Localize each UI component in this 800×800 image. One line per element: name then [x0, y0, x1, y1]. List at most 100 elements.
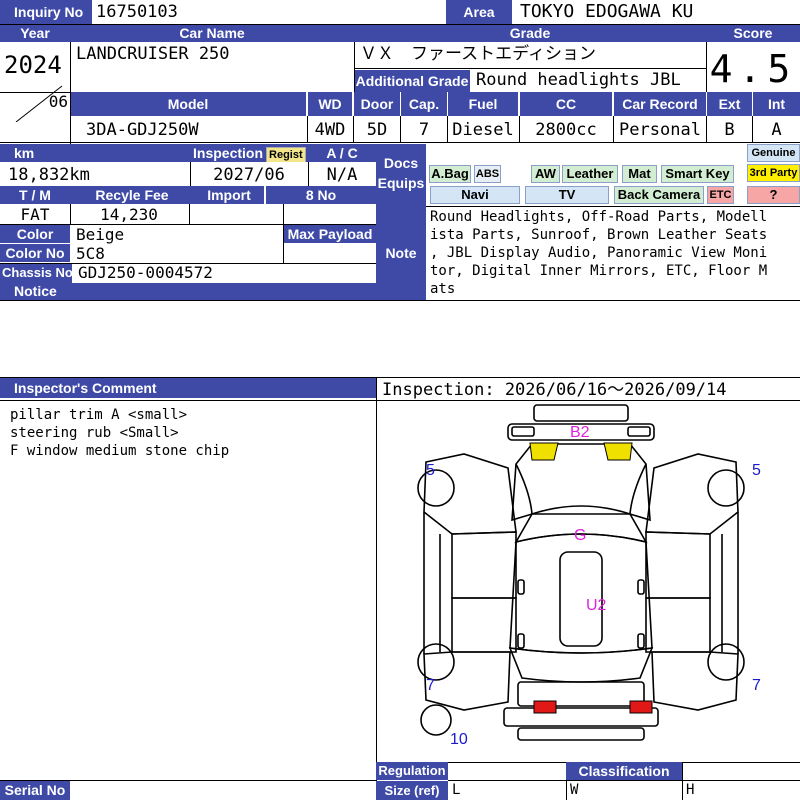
size-h-label: H — [686, 782, 695, 798]
abag-badge: A.Bag — [429, 165, 471, 183]
left-front-fender — [423, 453, 517, 535]
car-record-label: Car Record — [614, 92, 706, 116]
km-value: 18,832km — [8, 165, 90, 185]
rule — [189, 204, 190, 224]
mark-g: G — [574, 527, 587, 544]
rule — [308, 162, 309, 186]
rule — [354, 68, 706, 69]
abs-badge: ABS — [474, 165, 501, 183]
car-damage-diagram — [417, 404, 745, 741]
tm-label: T / M — [0, 186, 70, 204]
note-line: ista Parts, Sunroof, Brown Leather Seats — [430, 227, 768, 243]
mark-left-rear-wheel: 7 — [426, 677, 435, 694]
mark-u2: U2 — [586, 597, 607, 614]
model-label: Model — [70, 92, 306, 116]
size-l-label: L — [452, 782, 461, 798]
right-headlamp — [603, 442, 633, 461]
car-name-value: LANDCRUISER 250 — [76, 44, 230, 64]
inspection-period: Inspection: 2026/06/16〜2026/09/14 — [382, 380, 727, 400]
cc-label: CC — [520, 92, 612, 116]
ac-label: A / C — [308, 144, 376, 162]
inspection-label-text: Inspection — [193, 145, 264, 161]
rule — [706, 42, 707, 92]
rule — [70, 204, 71, 224]
color-no-label: Color No — [0, 244, 70, 262]
rule — [283, 204, 284, 264]
inspection-label: Inspection Regist — [190, 144, 308, 162]
mark-spare-wheel: 10 — [450, 731, 468, 748]
grade-label: Grade — [354, 24, 706, 42]
unknown-party-badge: ? — [747, 186, 800, 204]
area-label: Area — [446, 0, 512, 24]
model-value: 3DA-GDJ250W — [86, 120, 199, 140]
car-name-label: Car Name — [70, 24, 354, 42]
left-front-wheel — [417, 469, 455, 507]
rule — [0, 400, 376, 401]
grade-value: ＶＸ ファーストエディション — [360, 44, 596, 64]
rear-glass — [508, 647, 654, 683]
wd-label: WD — [308, 92, 352, 116]
note-text: Round Headlights, Off-Road Parts, Modell… — [430, 208, 798, 300]
cc-value: 2800cc — [535, 120, 597, 140]
ext-label: Ext — [707, 92, 752, 116]
right-rear-wheel — [707, 643, 745, 681]
rule — [376, 378, 377, 800]
leather-badge: Leather — [562, 165, 618, 183]
left-rear-quarter — [423, 651, 511, 711]
navi-badge: Navi — [430, 186, 520, 204]
comment-list: pillar trim A <small> steering rub <Smal… — [10, 406, 370, 466]
rule — [353, 116, 354, 142]
rule — [519, 116, 520, 142]
right-tail-lamp — [629, 700, 653, 714]
note-line: Round Headlights, Off-Road Parts, Modell — [430, 209, 768, 225]
additional-grade-value: Round headlights JBL — [476, 70, 681, 90]
docs-equips-label: Docs Equips — [376, 144, 426, 206]
rule — [706, 116, 707, 142]
regist-badge: Regist — [266, 147, 306, 162]
right-rear-door — [645, 597, 711, 653]
year-divider — [15, 85, 63, 122]
door-value: 5D — [366, 120, 388, 140]
import-value — [190, 205, 282, 224]
year-label: Year — [0, 24, 70, 42]
rule — [400, 116, 401, 142]
comment-line: pillar trim A <small> — [10, 407, 188, 423]
rule — [0, 224, 376, 225]
classification-label: Classification — [566, 762, 682, 780]
rule — [613, 116, 614, 142]
recycle-fee-value: 14,230 — [100, 205, 158, 224]
tv-badge: TV — [525, 186, 609, 204]
left-front-door — [451, 531, 517, 599]
ac-value: N/A — [326, 165, 358, 185]
fuel-label: Fuel — [448, 92, 518, 116]
notice-label: Notice — [0, 283, 376, 300]
max-payload-label: Max Payload — [284, 225, 376, 243]
score-label: Score — [706, 24, 800, 42]
aw-badge: AW — [531, 165, 560, 183]
right-rear-quarter — [651, 651, 739, 711]
max-payload-value — [284, 244, 376, 263]
comment-line: steering rub <Small> — [10, 425, 179, 441]
third-party-badge: 3rd Party — [747, 164, 800, 182]
recycle-fee-label: Recyle Fee — [70, 186, 194, 204]
rule — [376, 400, 800, 401]
left-rear-wheel — [417, 643, 455, 681]
note-line: tor, Digital Inner Mirrors, ETC, Floor M — [430, 263, 768, 279]
ext-value: B — [724, 120, 735, 140]
mark-left-front-wheel: 5 — [426, 462, 435, 479]
right-front-wheel — [707, 469, 745, 507]
chassis-no-label: Chassis No — [0, 263, 72, 283]
additional-grade-label: Additional Grade — [354, 70, 470, 92]
rule — [190, 162, 191, 186]
rule — [0, 377, 800, 378]
8no-label: 8 No — [266, 186, 376, 204]
chassis-no-value: GDJ250-0004572 — [78, 263, 213, 282]
size-ref-label: Size (ref) — [376, 781, 448, 800]
inspection-value: 2027/06 — [213, 165, 285, 185]
mark-b2: B2 — [570, 424, 590, 441]
regulation-label: Regulation — [376, 762, 448, 780]
comment-line: F window medium stone chip — [10, 443, 230, 459]
rule — [682, 762, 683, 800]
left-headlamp — [529, 442, 559, 461]
inspectors-comment-label: Inspector's Comment — [0, 378, 376, 398]
